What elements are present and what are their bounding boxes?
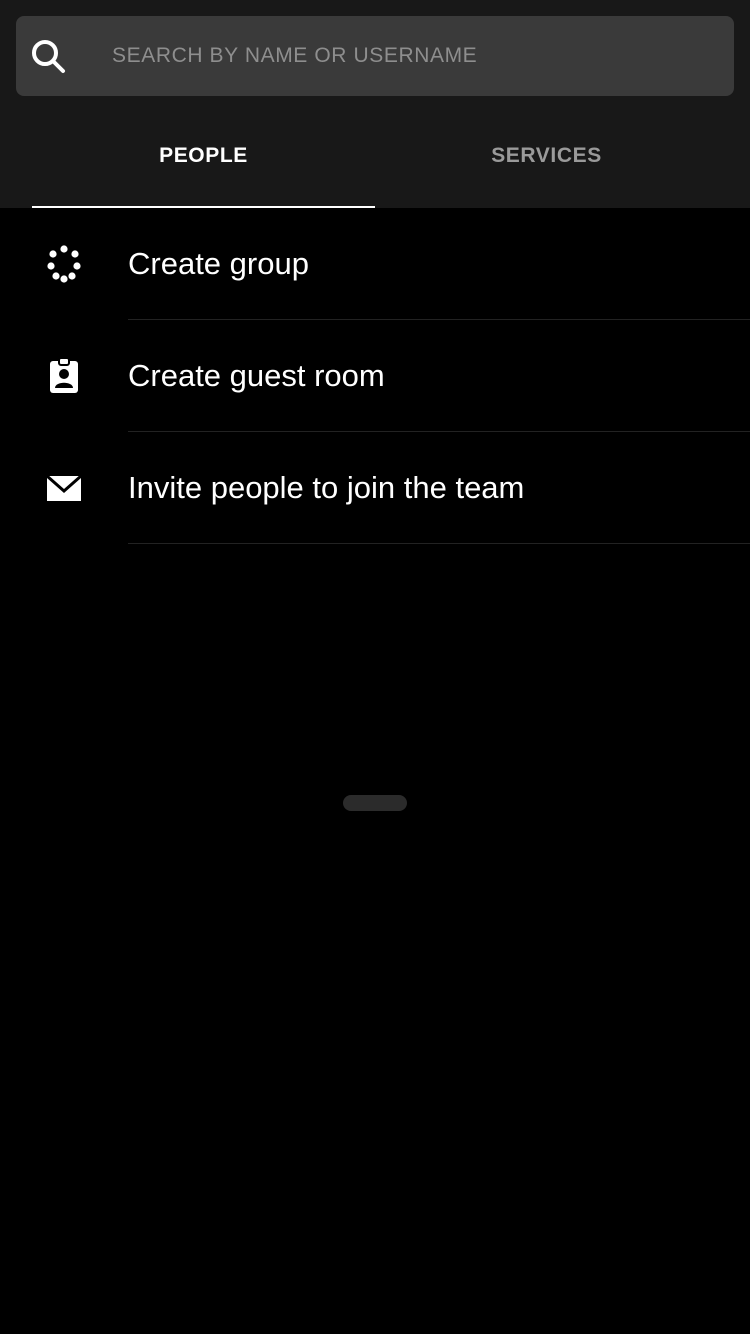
divider — [128, 543, 750, 544]
header: PEOPLE SERVICES — [0, 0, 750, 208]
mail-icon — [46, 474, 82, 501]
create-group-label: Create group — [128, 246, 309, 281]
create-guest-room-label: Create guest room — [128, 358, 385, 393]
group-icon — [47, 245, 81, 283]
invite-people-item[interactable]: Invite people to join the team — [0, 432, 750, 544]
badge-icon — [50, 357, 78, 393]
tab-people[interactable]: PEOPLE — [32, 130, 375, 208]
tab-services[interactable]: SERVICES — [375, 130, 718, 208]
search-input[interactable] — [112, 16, 712, 96]
invite-people-label: Invite people to join the team — [128, 470, 525, 505]
create-group-item[interactable]: Create group — [0, 208, 750, 320]
search-icon[interactable] — [30, 38, 66, 74]
create-guest-room-item[interactable]: Create guest room — [0, 320, 750, 432]
drag-handle[interactable] — [343, 795, 407, 811]
